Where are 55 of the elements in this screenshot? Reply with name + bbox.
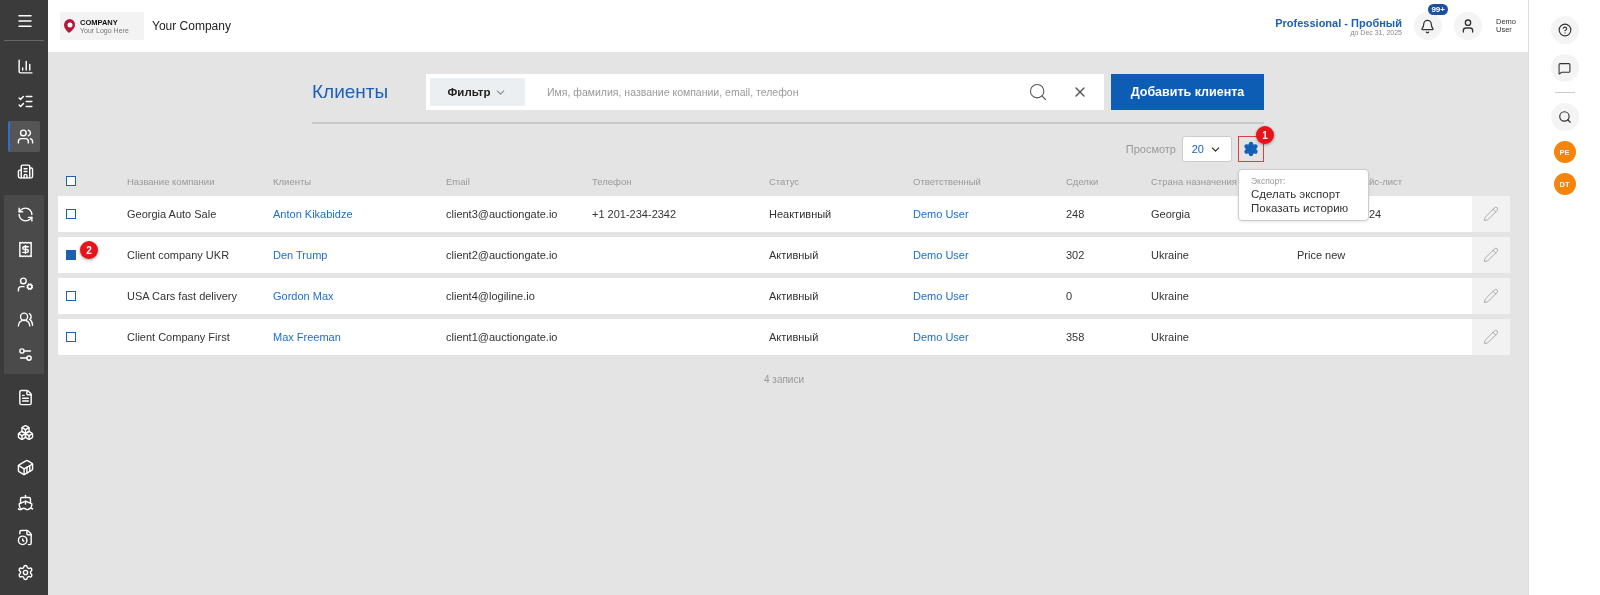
table-cell: Активный [769, 249, 819, 261]
table-cell: 358 [1066, 331, 1085, 343]
table-cell: Price new [1297, 249, 1346, 261]
notification-count: 99+ [1428, 4, 1448, 15]
column-header: Страна назначения [1151, 175, 1237, 187]
table-cell: Georgia Auto Sale [127, 208, 217, 220]
table-cell: 0 [1066, 290, 1073, 302]
table-cell: Активный [769, 290, 819, 302]
column-header: Телефон [592, 175, 632, 187]
table-cell: client2@auctiongate.io [446, 249, 558, 261]
table-link[interactable]: Demo User [913, 208, 969, 220]
record-count: 4 записи [763, 374, 805, 385]
table-cell: Активный [769, 331, 819, 343]
table-cell: +1 201-234-2342 [592, 208, 677, 220]
table-cell: Ukraine [1151, 331, 1189, 343]
table-cell: Client Company First [127, 331, 230, 343]
column-header: Название компании [127, 175, 215, 187]
menu-item[interactable]: Сделать экспорт [1251, 188, 1356, 200]
table-cell: Georgia [1151, 208, 1191, 220]
search-field[interactable]: Фильтр Имя, фамилия, название компании, email, телефон [426, 74, 1104, 110]
add-client-button[interactable]: Добавить клиента [1111, 74, 1264, 110]
table-link[interactable]: Demo User [913, 331, 969, 343]
page-title: Клиенты [312, 81, 390, 103]
plan-name[interactable]: Professional - Пробный [1275, 16, 1402, 29]
column-header: Статус [769, 175, 800, 187]
table-link[interactable]: Anton Kikabidze [273, 208, 353, 220]
table-cell: Ukraine [1151, 290, 1189, 302]
page-size-select[interactable]: 20 [1182, 136, 1232, 162]
column-header: Клиенты [273, 175, 312, 187]
menu-heading: Экспорт: [1251, 176, 1287, 186]
table-link[interactable]: Den Trump [273, 249, 328, 261]
table-cell: 24 [1369, 208, 1382, 220]
table-link[interactable]: Max Freeman [273, 331, 341, 343]
column-header: йс-лист [1369, 175, 1403, 187]
column-header: Сделки [1066, 175, 1099, 187]
table-link[interactable]: Gordon Max [273, 290, 334, 302]
filter-dropdown[interactable]: Фильтр [430, 78, 525, 106]
table-cell: Неактивный [769, 208, 832, 220]
table-cell: Client company UKR [127, 249, 230, 261]
table-cell: client4@logiline.io [446, 290, 535, 302]
table-cell: client3@auctiongate.io [446, 208, 558, 220]
step-marker: 1 [1256, 126, 1274, 144]
table-link[interactable]: Demo User [913, 249, 969, 261]
table-cell: Ukraine [1151, 249, 1189, 261]
company-name: Your Company [152, 19, 231, 33]
menu-item[interactable]: Показать историю [1251, 202, 1356, 214]
table-cell: USA Cars fast delivery [127, 290, 238, 302]
table-cell: client1@auctiongate.io [446, 331, 558, 343]
column-header: Ответственный [913, 175, 981, 187]
step-marker: 2 [80, 241, 98, 259]
table-link[interactable]: Demo User [913, 290, 969, 302]
column-header: Email [446, 175, 470, 187]
table-cell: 302 [1066, 249, 1085, 261]
table-cell: 248 [1066, 208, 1085, 220]
view-label: Просмотр [1125, 143, 1176, 155]
